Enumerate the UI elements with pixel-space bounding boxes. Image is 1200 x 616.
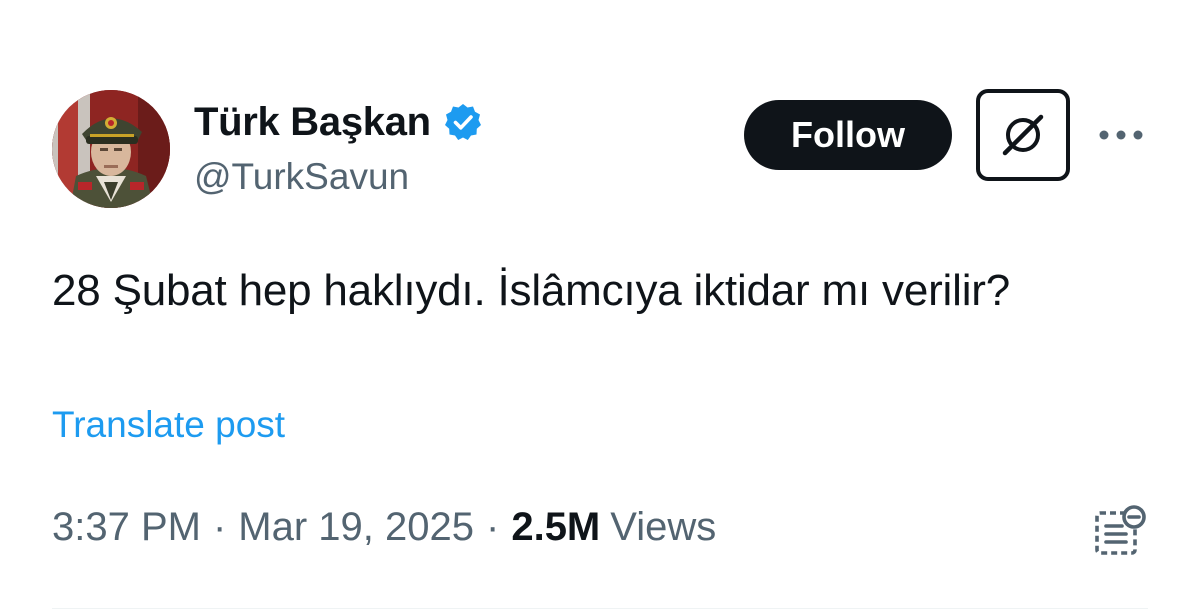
tweet-meta: 3:37 PM · Mar 19, 2025 · 2.5M Views bbox=[52, 505, 716, 550]
tweet-card: Türk Başkan @TurkSavun Follow 28 Şubat h… bbox=[0, 0, 1200, 616]
tweet-text: 28 Şubat hep haklıydı. İslâmcıya iktidar… bbox=[52, 266, 1011, 315]
tweet-date[interactable]: Mar 19, 2025 bbox=[238, 505, 474, 550]
more-options-button[interactable] bbox=[1096, 118, 1146, 152]
meta-separator: · bbox=[212, 505, 227, 549]
author-display-name[interactable]: Türk Başkan bbox=[194, 100, 431, 145]
verified-badge-icon[interactable] bbox=[443, 102, 483, 142]
tweet-time[interactable]: 3:37 PM bbox=[52, 505, 201, 550]
follow-button[interactable]: Follow bbox=[744, 100, 952, 170]
views-count: 2.5M bbox=[511, 505, 601, 549]
author-name-row: Türk Başkan bbox=[194, 98, 483, 146]
views-label: Views bbox=[610, 505, 717, 549]
translate-post-link[interactable]: Translate post bbox=[52, 404, 285, 446]
grok-button[interactable] bbox=[976, 89, 1070, 181]
meta-separator: · bbox=[486, 505, 500, 549]
divider bbox=[52, 608, 1148, 609]
author-handle[interactable]: @TurkSavun bbox=[194, 156, 409, 198]
military-officer-avatar-icon bbox=[52, 90, 170, 208]
analytics-button[interactable] bbox=[1092, 504, 1148, 560]
analytics-icon bbox=[1095, 505, 1146, 555]
grok-icon bbox=[1002, 114, 1044, 156]
more-options-icon bbox=[1099, 130, 1143, 140]
avatar[interactable] bbox=[52, 90, 170, 208]
